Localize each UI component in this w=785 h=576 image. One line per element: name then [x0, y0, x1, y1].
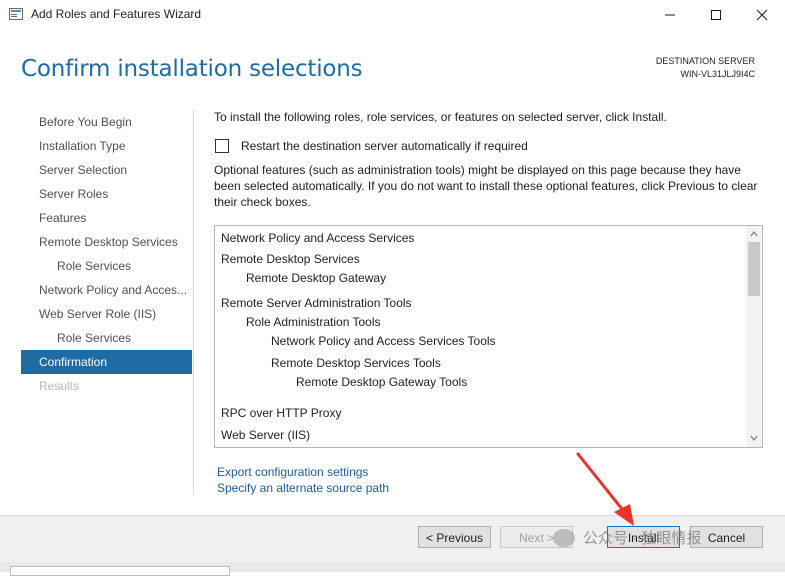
title-bar: Add Roles and Features Wizard [0, 0, 785, 30]
optional-features-note: Optional features (such as administratio… [214, 163, 758, 209]
restart-label: Restart the destination server automatic… [241, 139, 528, 153]
close-button[interactable] [739, 0, 785, 30]
list-item: RPC over HTTP Proxy [221, 406, 342, 420]
next-button[interactable]: Next > [500, 526, 573, 548]
alternate-source-link[interactable]: Specify an alternate source path [217, 481, 389, 495]
nav-item-before-you-begin[interactable]: Before You Begin [21, 110, 192, 134]
intro-text: To install the following roles, role ser… [214, 110, 667, 124]
scroll-down-icon[interactable] [750, 434, 758, 442]
previous-button[interactable]: < Previous [418, 526, 491, 548]
nav-item-confirmation[interactable]: Confirmation [21, 350, 192, 374]
list-item: Remote Desktop Services [221, 252, 360, 266]
nav-divider [193, 110, 194, 495]
restart-checkbox[interactable] [215, 139, 229, 153]
nav-item-results: Results [39, 379, 80, 393]
restart-option[interactable]: Restart the destination server automatic… [215, 139, 528, 153]
nav-item-web-server-role-iis[interactable]: Web Server Role (IIS) [21, 302, 192, 326]
server-manager-icon [9, 8, 23, 20]
wizard-steps-nav: Before You Begin Installation Type Server … [21, 110, 192, 398]
scroll-up-icon[interactable] [750, 230, 758, 238]
list-item: Role Administration Tools [246, 315, 381, 329]
nav-item-installation-type[interactable]: Installation Type [21, 134, 192, 158]
list-item: Remote Desktop Gateway Tools [296, 375, 468, 389]
nav-item-remote-desktop-services[interactable]: Remote Desktop Services [21, 230, 192, 254]
export-configuration-link[interactable]: Export configuration settings [217, 465, 368, 479]
list-scrollbar[interactable] [746, 226, 762, 447]
nav-item-network-policy-and-acces[interactable]: Network Policy and Acces... [21, 278, 192, 302]
list-item: Remote Desktop Services Tools [271, 356, 441, 370]
list-item: Remote Desktop Gateway [246, 271, 387, 285]
destination-server-label: DESTINATION SERVER [655, 56, 755, 66]
nav-item-features[interactable]: Features [21, 206, 192, 230]
nav-item-server-selection[interactable]: Server Selection [21, 158, 192, 182]
maximize-button[interactable] [693, 0, 739, 30]
minimize-icon [665, 14, 675, 16]
page-title: Confirm installation selections [21, 56, 363, 82]
window-title: Add Roles and Features Wizard [31, 7, 202, 21]
maximize-icon [711, 10, 721, 20]
nav-item-server-roles[interactable]: Server Roles [21, 182, 192, 206]
cancel-button[interactable]: Cancel [690, 526, 763, 548]
taskbar-search-field[interactable] [10, 566, 230, 576]
list-item: Network Policy and Access Services Tools [271, 334, 496, 348]
selections-list[interactable]: Network Policy and Access Services Remote… [214, 225, 763, 448]
list-item: Web Server (IIS) [221, 428, 311, 442]
scroll-thumb[interactable] [748, 242, 760, 296]
minimize-button[interactable] [647, 0, 693, 30]
nav-item-role-services[interactable]: Role Services [21, 326, 192, 350]
destination-server-name: WIN-VL31JLJ9I4C [680, 69, 755, 79]
nav-item-role-services[interactable]: Role Services [21, 254, 192, 278]
install-button[interactable]: Install [607, 526, 680, 548]
list-item: Network Policy and Access Services [221, 231, 415, 245]
close-icon [756, 9, 768, 21]
list-item: Remote Server Administration Tools [221, 296, 412, 310]
